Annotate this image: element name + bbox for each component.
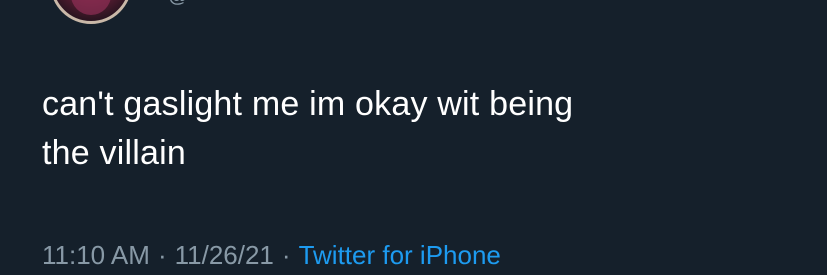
avatar-image (71, 0, 111, 15)
separator: · (157, 240, 167, 270)
tweet-date[interactable]: 11/26/21 (175, 240, 274, 270)
separator: · (281, 240, 291, 270)
tweet-card: @ can't gaslight me im okay wit being th… (0, 0, 827, 275)
user-handle[interactable]: @ (168, 0, 188, 6)
tweet-text: can't gaslight me im okay wit being the … (42, 85, 574, 172)
avatar[interactable] (50, 0, 132, 24)
tweet-time[interactable]: 11:10 AM (42, 240, 150, 270)
tweet-source-link[interactable]: Twitter for iPhone (299, 240, 501, 270)
tweet-metadata: 11:10 AM · 11/26/21 · Twitter for iPhone (42, 238, 501, 272)
